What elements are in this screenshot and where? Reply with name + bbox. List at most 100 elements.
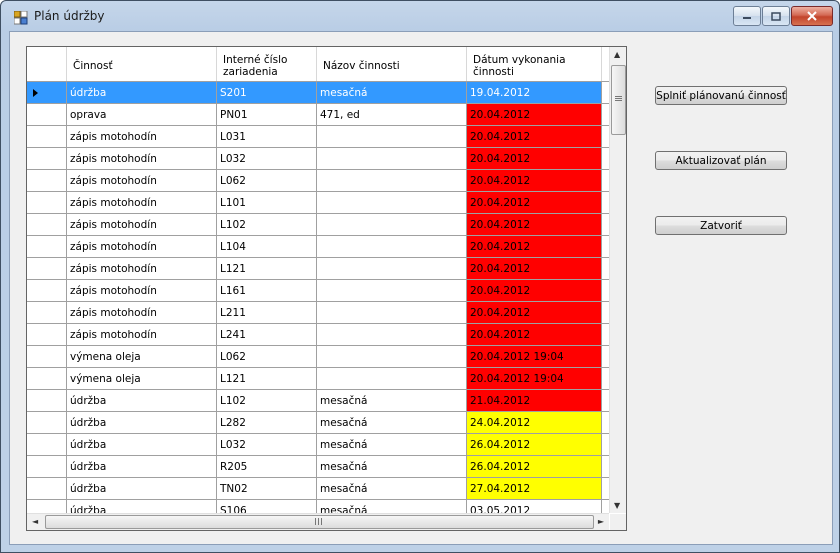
row-header[interactable] <box>27 368 67 389</box>
cell-activity[interactable]: údržba <box>67 412 217 433</box>
cell-device-number[interactable]: L104 <box>217 236 317 257</box>
table-row[interactable]: zápis motohodín L104 20.04.2012 <box>27 236 609 258</box>
cell-date[interactable]: 26.04.2012 <box>467 456 602 477</box>
cell-device-number[interactable]: R205 <box>217 456 317 477</box>
cell-activity-name[interactable] <box>317 302 467 323</box>
table-row[interactable]: zápis motohodín L241 20.04.2012 <box>27 324 609 346</box>
table-row[interactable]: zápis motohodín L121 20.04.2012 <box>27 258 609 280</box>
cell-activity[interactable]: výmena oleja <box>67 368 217 389</box>
cell-activity[interactable]: zápis motohodín <box>67 258 217 279</box>
table-row[interactable]: zápis motohodín L062 20.04.2012 <box>27 170 609 192</box>
cell-device-number[interactable]: L062 <box>217 170 317 191</box>
horizontal-scroll-thumb[interactable] <box>45 515 594 529</box>
column-header-activity[interactable]: Činnosť <box>67 47 217 81</box>
minimize-button[interactable] <box>733 6 761 26</box>
cell-activity-name[interactable] <box>317 258 467 279</box>
table-row[interactable]: zápis motohodín L211 20.04.2012 <box>27 302 609 324</box>
cell-activity[interactable]: zápis motohodín <box>67 126 217 147</box>
scroll-up-icon[interactable]: ▲ <box>614 50 620 59</box>
cell-activity-name[interactable]: mesačná <box>317 412 467 433</box>
column-header-activity-name[interactable]: Názov činnosti <box>317 47 467 81</box>
row-header[interactable] <box>27 280 67 301</box>
row-header[interactable] <box>27 456 67 477</box>
cell-activity[interactable]: údržba <box>67 82 217 103</box>
cell-device-number[interactable]: TN02 <box>217 478 317 499</box>
row-header[interactable] <box>27 258 67 279</box>
cell-date[interactable]: 20.04.2012 <box>467 148 602 169</box>
table-row[interactable]: údržba L032 mesačná 26.04.2012 <box>27 434 609 456</box>
cell-date[interactable]: 20.04.2012 <box>467 302 602 323</box>
close-window-button[interactable] <box>791 6 833 26</box>
vertical-scroll-thumb[interactable] <box>611 65 626 135</box>
cell-date[interactable]: 20.04.2012 <box>467 170 602 191</box>
table-row[interactable]: údržba R205 mesačná 26.04.2012 <box>27 456 609 478</box>
row-header[interactable] <box>27 434 67 455</box>
cell-date[interactable]: 20.04.2012 19:04 <box>467 368 602 389</box>
row-header[interactable] <box>27 148 67 169</box>
cell-device-number[interactable]: L102 <box>217 214 317 235</box>
row-header[interactable] <box>27 82 67 103</box>
table-row[interactable]: výmena oleja L062 20.04.2012 19:04 <box>27 346 609 368</box>
maintenance-grid[interactable]: Činnosť Interné číslo zariadenia Názov č… <box>26 46 627 531</box>
scroll-down-icon[interactable]: ▼ <box>614 501 620 510</box>
title-bar[interactable]: Plán údržby <box>1 1 839 31</box>
cell-device-number[interactable]: L031 <box>217 126 317 147</box>
scroll-left-icon[interactable]: ◄ <box>32 517 38 526</box>
table-row[interactable]: zápis motohodín L031 20.04.2012 <box>27 126 609 148</box>
cell-date[interactable]: 20.04.2012 19:04 <box>467 346 602 367</box>
cell-device-number[interactable]: L032 <box>217 148 317 169</box>
cell-date[interactable]: 20.04.2012 <box>467 280 602 301</box>
table-row[interactable]: zápis motohodín L032 20.04.2012 <box>27 148 609 170</box>
row-header[interactable] <box>27 126 67 147</box>
cell-date[interactable]: 19.04.2012 <box>467 82 602 103</box>
scroll-right-icon[interactable]: ► <box>598 517 604 526</box>
cell-date[interactable]: 26.04.2012 <box>467 434 602 455</box>
row-header[interactable] <box>27 324 67 345</box>
cell-activity[interactable]: zápis motohodín <box>67 170 217 191</box>
cell-activity-name[interactable]: mesačná <box>317 390 467 411</box>
cell-device-number[interactable]: L102 <box>217 390 317 411</box>
cell-date[interactable]: 21.04.2012 <box>467 390 602 411</box>
maximize-button[interactable] <box>762 6 790 26</box>
table-row[interactable]: údržba TN02 mesačná 27.04.2012 <box>27 478 609 500</box>
table-row[interactable]: výmena oleja L121 20.04.2012 19:04 <box>27 368 609 390</box>
cell-date[interactable]: 20.04.2012 <box>467 126 602 147</box>
cell-device-number[interactable]: L121 <box>217 368 317 389</box>
column-header-date[interactable]: Dátum vykonania činnosti <box>467 47 602 81</box>
row-header[interactable] <box>27 170 67 191</box>
update-plan-button[interactable]: Aktualizovať plán <box>655 151 787 170</box>
cell-activity-name[interactable]: 471, ed <box>317 104 467 125</box>
cell-date[interactable]: 20.04.2012 <box>467 214 602 235</box>
row-header[interactable] <box>27 390 67 411</box>
table-row[interactable]: zápis motohodín L102 20.04.2012 <box>27 214 609 236</box>
cell-date[interactable]: 20.04.2012 <box>467 324 602 345</box>
row-header[interactable] <box>27 346 67 367</box>
cell-device-number[interactable]: PN01 <box>217 104 317 125</box>
cell-activity-name[interactable] <box>317 214 467 235</box>
table-row[interactable]: údržba S201 mesačná 19.04.2012 <box>27 82 609 104</box>
cell-device-number[interactable]: S201 <box>217 82 317 103</box>
cell-activity[interactable]: výmena oleja <box>67 346 217 367</box>
cell-activity-name[interactable] <box>317 236 467 257</box>
cell-device-number[interactable]: L211 <box>217 302 317 323</box>
column-header-device-number[interactable]: Interné číslo zariadenia <box>217 47 317 81</box>
vertical-scrollbar[interactable]: ▲ ▼ <box>609 47 626 513</box>
table-row[interactable]: zápis motohodín L161 20.04.2012 <box>27 280 609 302</box>
cell-activity-name[interactable]: mesačná <box>317 456 467 477</box>
cell-activity[interactable]: údržba <box>67 456 217 477</box>
complete-planned-activity-button[interactable]: Splniť plánovanú činnosť <box>655 86 787 105</box>
cell-activity-name[interactable]: mesačná <box>317 434 467 455</box>
horizontal-scrollbar[interactable]: ◄ ► <box>27 513 609 530</box>
cell-activity-name[interactable]: mesačná <box>317 478 467 499</box>
cell-activity-name[interactable]: mesačná <box>317 82 467 103</box>
row-header[interactable] <box>27 302 67 323</box>
table-row[interactable]: údržba L102 mesačná 21.04.2012 <box>27 390 609 412</box>
cell-device-number[interactable]: L032 <box>217 434 317 455</box>
cell-activity-name[interactable] <box>317 192 467 213</box>
cell-date[interactable]: 27.04.2012 <box>467 478 602 499</box>
cell-device-number[interactable]: L241 <box>217 324 317 345</box>
cell-date[interactable]: 20.04.2012 <box>467 258 602 279</box>
table-row[interactable]: zápis motohodín L101 20.04.2012 <box>27 192 609 214</box>
row-header[interactable] <box>27 192 67 213</box>
cell-date[interactable]: 20.04.2012 <box>467 192 602 213</box>
